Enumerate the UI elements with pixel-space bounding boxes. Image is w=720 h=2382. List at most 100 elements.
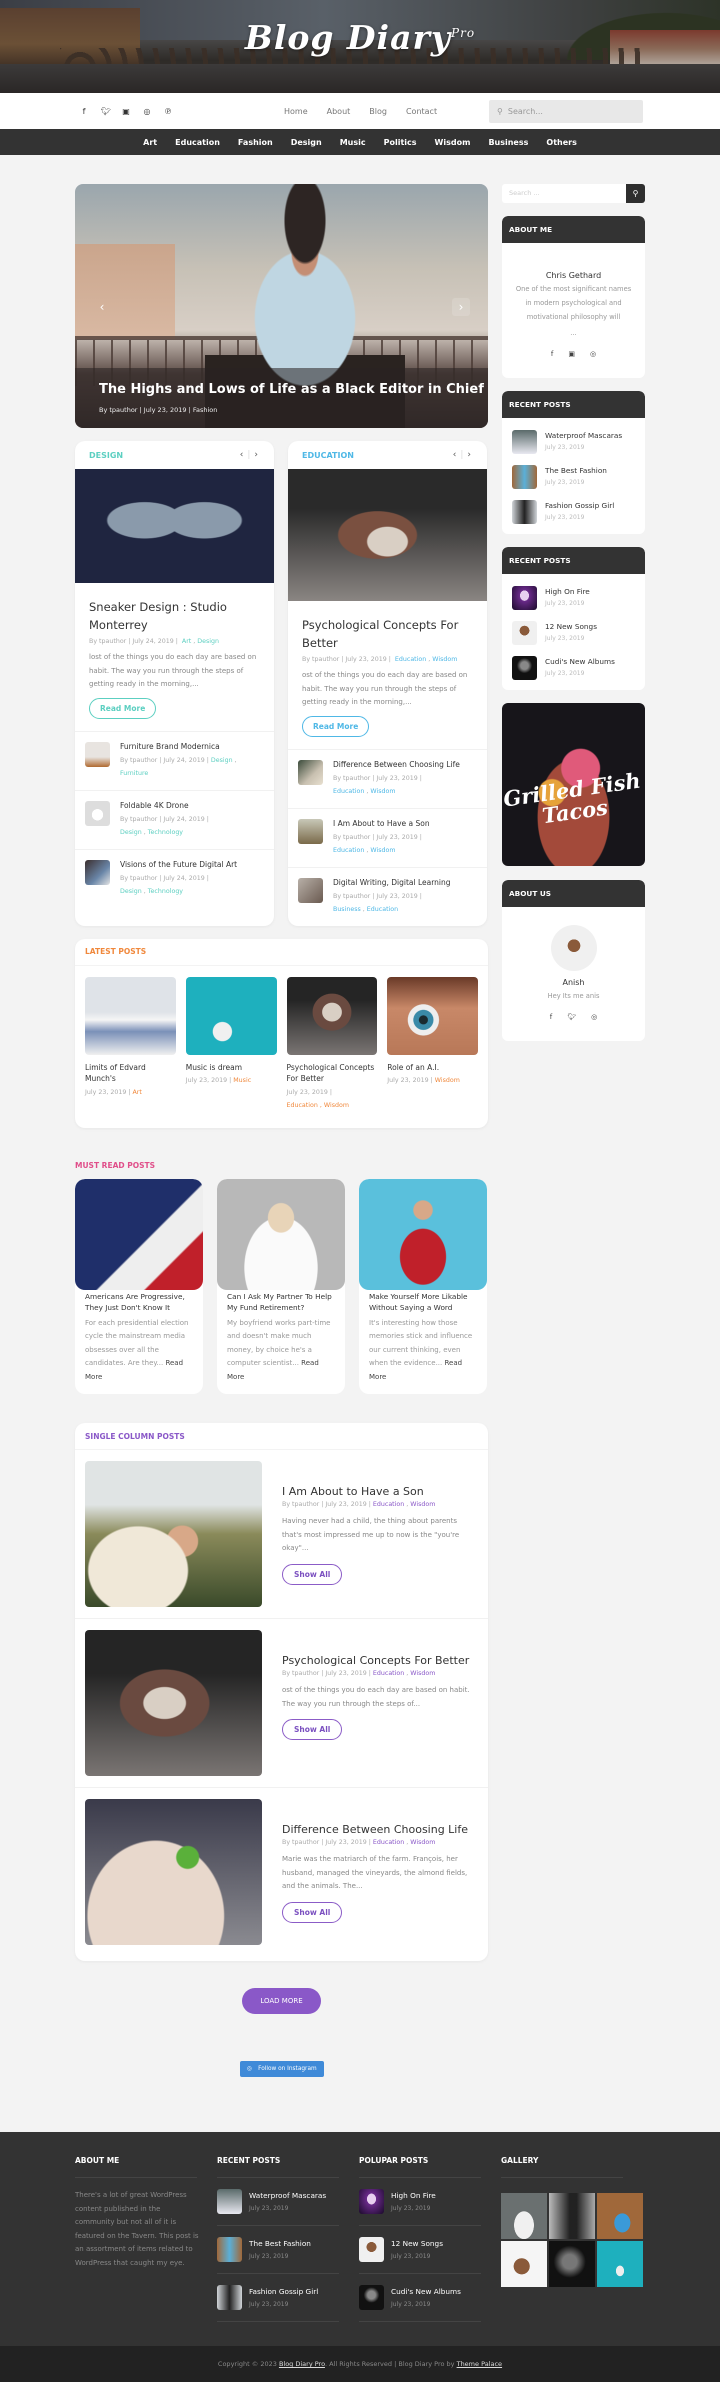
thumbnail[interactable] — [512, 621, 537, 645]
slide-meta: By tpauthor | July 23, 2019 | Fashion — [99, 406, 218, 414]
show-all-button[interactable]: Show All — [282, 1719, 343, 1740]
youtube-icon[interactable]: ▣ — [122, 107, 130, 116]
twitter-icon[interactable]: 🐦︎ — [567, 1013, 576, 1021]
instagram-icon[interactable]: ◎ — [591, 1013, 597, 1021]
post-image[interactable] — [85, 1799, 262, 1945]
site-header: Blog DiaryPro f 🐦︎ ▣ ◎ ℗ Home About Blog… — [0, 0, 720, 155]
top-bar: f 🐦︎ ▣ ◎ ℗ Home About Blog Contact ⚲ Sea… — [0, 93, 720, 129]
read-more-button[interactable]: Read More — [89, 697, 157, 719]
list-item: 12 New Songs July 23, 2019 — [359, 2226, 481, 2274]
cat-education[interactable]: Education — [175, 138, 220, 147]
thumbnail[interactable] — [359, 2285, 384, 2310]
section-title: MUST READ POSTS — [75, 1160, 156, 1170]
youtube-icon[interactable]: ▣ — [568, 350, 575, 358]
featured-slider[interactable]: ‹ › The Highs and Lows of Life as a Blac… — [75, 184, 488, 428]
copyright-bar: Copyright © 2023 Blog Diary Pro. All Rig… — [0, 2346, 720, 2382]
list-item: Furniture Brand Modernica By tpauthor | J… — [75, 730, 274, 790]
slider-next-button[interactable]: › — [452, 298, 470, 316]
facebook-icon[interactable]: f — [80, 107, 88, 116]
facebook-icon[interactable]: f — [550, 1013, 552, 1021]
post-image[interactable] — [85, 1630, 262, 1776]
thumbnail[interactable] — [512, 656, 537, 680]
post-image[interactable] — [359, 1178, 487, 1290]
gallery-image[interactable] — [597, 2241, 643, 2287]
thumbnail[interactable] — [359, 2189, 384, 2214]
gallery-image[interactable] — [597, 2193, 643, 2239]
sidebar: Search ... ⚲ ABOUT ME Chris Gethard One … — [502, 184, 645, 2077]
education-section: EDUCATION ‹|› Psychological Concepts For… — [288, 441, 487, 926]
thumbnail[interactable] — [85, 859, 110, 885]
cat-wisdom[interactable]: Wisdom — [435, 138, 471, 147]
advertisement-banner[interactable]: Grilled Fish Tacos — [502, 703, 645, 866]
featured-title[interactable]: Sneaker Design : Studio Monterrey — [89, 598, 260, 634]
slide-title[interactable]: The Highs and Lows of Life as a Black Ed… — [99, 382, 484, 397]
list-item: Fashion Gossip Girl July 23, 2019 — [217, 2274, 339, 2322]
show-all-button[interactable]: Show All — [282, 1901, 343, 1923]
thumbnail[interactable] — [298, 818, 323, 844]
post-image[interactable] — [217, 1178, 345, 1290]
slider-prev-button[interactable]: ‹ — [93, 298, 111, 316]
featured-title[interactable]: Psychological Concepts For Better — [302, 616, 473, 652]
read-more-button[interactable]: Read More — [302, 715, 370, 737]
post-image[interactable] — [185, 976, 277, 1055]
thumbnail[interactable] — [85, 741, 110, 767]
list-item: I Am About to Have a Son By tpauthor | Ju… — [288, 807, 487, 867]
post-image[interactable] — [286, 976, 378, 1055]
footer-recent-posts: RECENT POSTS Waterproof Mascaras July 23,… — [217, 2156, 359, 2322]
cat-business[interactable]: Business — [488, 138, 528, 147]
site-link[interactable]: Blog Diary Pro — [279, 2360, 325, 2368]
post-image[interactable] — [387, 976, 478, 1055]
thumbnail[interactable] — [298, 877, 323, 903]
thumbnail[interactable] — [512, 500, 537, 524]
single-post: Psychological Concepts For Better By tpa… — [75, 1619, 488, 1788]
list-item: Fashion Gossip Girl July 23, 2019 — [512, 500, 635, 524]
recent-posts-widget: RECENT POSTS Waterproof Mascaras July 23,… — [502, 391, 645, 534]
gallery-image[interactable] — [501, 2193, 547, 2239]
nav-contact[interactable]: Contact — [406, 107, 437, 116]
sidebar-search-input[interactable]: Search ... — [502, 184, 626, 203]
cat-design[interactable]: Design — [291, 138, 322, 147]
header-search-input[interactable]: ⚲ Search... — [489, 99, 643, 123]
cat-music[interactable]: Music — [340, 138, 366, 147]
cat-politics[interactable]: Politics — [384, 138, 417, 147]
nav-blog[interactable]: Blog — [369, 107, 387, 116]
cat-art[interactable]: Art — [143, 138, 157, 147]
nav-about[interactable]: About — [327, 107, 351, 116]
next-arrow-icon[interactable]: › — [467, 450, 475, 460]
nav-home[interactable]: Home — [284, 107, 308, 116]
facebook-icon[interactable]: f — [551, 350, 553, 358]
post-image[interactable] — [85, 1461, 262, 1607]
gallery-image[interactable] — [501, 2241, 547, 2287]
instagram-icon[interactable]: ◎ — [143, 107, 151, 116]
site-logo[interactable]: Blog DiaryPro — [0, 18, 720, 57]
load-more-button[interactable]: LOAD MORE — [242, 1988, 321, 2014]
featured-image[interactable] — [75, 469, 274, 583]
thumbnail[interactable] — [512, 586, 537, 610]
search-icon: ⚲ — [632, 189, 639, 198]
twitter-icon[interactable]: 🐦︎ — [101, 107, 111, 116]
pinterest-icon[interactable]: ℗ — [164, 107, 172, 116]
thumbnail[interactable] — [217, 2189, 242, 2214]
follow-instagram-button[interactable]: ◎ Follow on Instagram — [240, 2061, 324, 2077]
thumbnail[interactable] — [217, 2285, 242, 2310]
gallery-image[interactable] — [549, 2241, 595, 2287]
post-image[interactable] — [85, 976, 176, 1055]
thumbnail[interactable] — [359, 2237, 384, 2262]
thumbnail[interactable] — [512, 465, 537, 489]
list-item: Waterproof Mascaras July 23, 2019 — [512, 430, 635, 454]
theme-palace-link[interactable]: Theme Palace — [457, 2360, 502, 2368]
featured-image[interactable] — [288, 469, 487, 601]
thumbnail[interactable] — [217, 2237, 242, 2262]
show-all-button[interactable]: Show All — [282, 1563, 343, 1585]
post-image[interactable] — [75, 1178, 203, 1290]
thumbnail[interactable] — [298, 759, 323, 785]
thumbnail[interactable] — [512, 430, 537, 454]
instagram-icon[interactable]: ◎ — [590, 350, 596, 358]
thumbnail[interactable] — [85, 800, 110, 826]
section-title: DESIGN — [89, 450, 124, 460]
gallery-image[interactable] — [549, 2193, 595, 2239]
next-arrow-icon[interactable]: › — [254, 450, 262, 460]
search-button[interactable]: ⚲ — [626, 184, 645, 203]
cat-fashion[interactable]: Fashion — [238, 138, 273, 147]
cat-others[interactable]: Others — [546, 138, 576, 147]
